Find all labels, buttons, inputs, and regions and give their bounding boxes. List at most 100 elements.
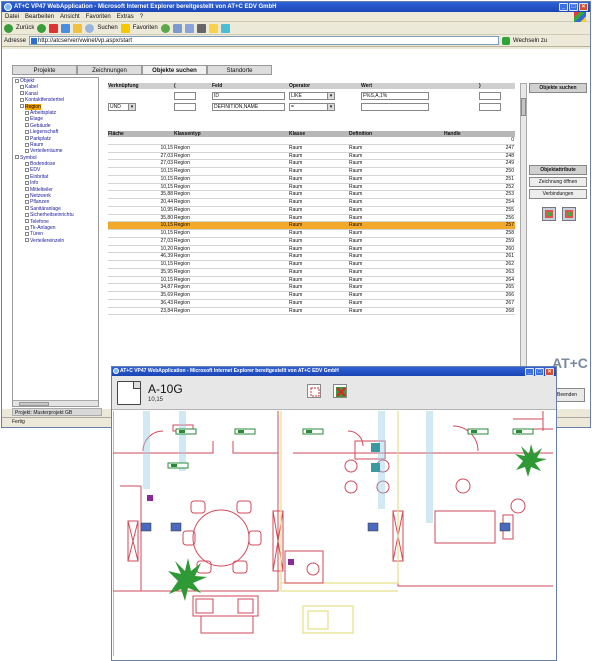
open-paren-input-1[interactable] (174, 91, 196, 100)
table-row[interactable]: 10,15 Region Raum Raum 262 (108, 261, 515, 269)
cell-class: Raum (289, 276, 303, 283)
print-icon[interactable] (196, 23, 206, 33)
table-row[interactable]: 10,15 Region Raum Raum 251 (108, 176, 515, 184)
back-arrow-icon[interactable] (4, 23, 13, 33)
minimize-button[interactable]: _ (559, 3, 568, 11)
chevron-down-icon[interactable]: ▾ (327, 103, 334, 110)
table-row[interactable]: 10,15 Region Raum Raum 258 (108, 230, 515, 238)
table-row[interactable]: 35,88 Region Raum Raum 253 (108, 191, 515, 199)
table-row[interactable]: 10,20 Region Raum Raum 260 (108, 246, 515, 254)
field-input-1[interactable]: ID (212, 91, 285, 100)
table-row[interactable]: 23,84 Region Raum Raum 268 (108, 308, 515, 316)
connections-button[interactable]: Verbindungen (529, 189, 587, 199)
close-paren-input-1[interactable] (479, 91, 501, 100)
history-icon[interactable] (172, 23, 182, 33)
search-objects-button[interactable]: Objekte suchen (529, 83, 587, 93)
value-input-2[interactable] (361, 102, 429, 111)
chevron-down-icon[interactable]: ▾ (128, 103, 135, 110)
tree-scroll-thumb[interactable] (19, 402, 49, 406)
value-input-1[interactable]: F%S,A,1% (361, 91, 429, 100)
cell-area: 10,15 (160, 175, 173, 182)
table-row[interactable]: 27,03 Region Raum Raum 248 (108, 153, 515, 161)
close-drawing-icon[interactable] (333, 384, 347, 398)
cell-class: Raum (289, 268, 303, 275)
back-label[interactable]: Zurück (16, 22, 34, 35)
favorites-label[interactable]: Favoriten (133, 22, 158, 35)
results-scroll-thumb[interactable] (521, 98, 526, 116)
table-row[interactable]: 0 (108, 137, 515, 145)
menu-favorites[interactable]: Favoriten (86, 12, 111, 21)
close-paren-input-2[interactable] (479, 102, 501, 111)
forward-arrow-icon[interactable] (37, 23, 47, 33)
tree-item-label: Gebäude (30, 122, 51, 129)
popup-close-button[interactable]: × (545, 368, 554, 376)
browser-title: AT+C VP47 WebApplication - Microsoft Int… (14, 4, 277, 10)
open-drawing-button[interactable]: Zeichnung öffnen (529, 177, 587, 187)
open-paren-input-2[interactable] (174, 102, 196, 111)
close-button[interactable]: × (579, 3, 588, 11)
search-label[interactable]: Suchen (97, 22, 117, 35)
tab-drawings[interactable]: Zeichnungen (77, 65, 142, 75)
popup-maximize-button[interactable]: □ (535, 368, 544, 376)
select-tool-icon[interactable] (542, 207, 556, 221)
object-attributes-button[interactable]: Objektattribute (529, 165, 587, 175)
menu-edit[interactable]: Bearbeiten (25, 12, 54, 21)
cell-handle: 247 (505, 144, 514, 151)
tree-horizontal-scrollbar[interactable] (13, 400, 98, 406)
table-row[interactable]: 35,95 Region Raum Raum 263 (108, 269, 515, 277)
address-input[interactable]: http://atcserver/vwinet/vp.aspx/start (29, 36, 500, 45)
table-row[interactable]: 36,43 Region Raum Raum 267 (108, 300, 515, 308)
zoom-tool-icon[interactable] (562, 207, 576, 221)
chevron-down-icon[interactable]: ▾ (327, 92, 334, 99)
floor-plan[interactable] (113, 411, 557, 661)
home-icon[interactable] (73, 23, 83, 33)
table-row[interactable]: 34,87 Region Raum Raum 265 (108, 284, 515, 292)
table-row[interactable]: 10,15 Region Raum Raum 247 (108, 145, 515, 153)
tab-search-objects[interactable]: Objekte suchen (142, 65, 207, 75)
menu-file[interactable]: Datei (5, 12, 19, 21)
menu-view[interactable]: Ansicht (60, 12, 80, 21)
results-vertical-scrollbar[interactable] (520, 83, 527, 383)
table-row[interactable]: 20,44 Region Raum Raum 254 (108, 199, 515, 207)
table-row[interactable]: 10,15 Region Raum Raum 264 (108, 277, 515, 285)
zoom-fit-icon[interactable] (307, 384, 321, 398)
go-arrow-icon[interactable] (502, 36, 511, 45)
refresh-icon[interactable] (61, 23, 71, 33)
menu-tools[interactable]: Extras (117, 12, 134, 21)
search-icon[interactable] (85, 23, 95, 33)
cell-handle: 263 (505, 268, 514, 275)
cell-class-type: Region (174, 183, 190, 190)
field-input-2[interactable]: DEFINITION,NAME (212, 102, 285, 111)
link-select-2[interactable]: UND ▾ (108, 102, 136, 111)
table-row[interactable]: 35,80 Region Raum Raum 256 (108, 215, 515, 223)
address-value: http://atcserver/vwinet/vp.aspx/start (38, 38, 133, 44)
maximize-button[interactable]: □ (569, 3, 578, 11)
expand-icon (20, 104, 24, 109)
menu-help[interactable]: ? (140, 12, 143, 21)
operator-select-1[interactable]: LIKE ▾ (289, 91, 335, 100)
media-icon[interactable] (160, 23, 170, 33)
table-row[interactable]: 35,69 Region Raum Raum 266 (108, 292, 515, 300)
tree-item[interactable]: Verteilereinzeln (13, 238, 98, 244)
table-row[interactable]: 46,39 Region Raum Raum 261 (108, 253, 515, 261)
favorites-star-icon[interactable] (120, 23, 130, 33)
table-row[interactable]: 10,95 Region Raum Raum 255 (108, 207, 515, 215)
tree-item-label: Raum (30, 141, 44, 148)
table-row[interactable]: 27,03 Region Raum Raum 259 (108, 238, 515, 246)
go-button[interactable]: Wechseln zu (513, 38, 547, 44)
table-row[interactable]: 27,03 Region Raum Raum 249 (108, 160, 515, 168)
table-row[interactable]: 10,15 Region Raum Raum 252 (108, 184, 515, 192)
operator-select-2[interactable]: = ▾ (289, 102, 335, 111)
tab-locations[interactable]: Standorte (207, 65, 272, 75)
table-row[interactable]: 10,15 Region Raum Raum 250 (108, 168, 515, 176)
table-row[interactable]: 10,15 Region Raum Raum 257 (108, 222, 515, 230)
cell-handle: 264 (505, 276, 514, 283)
cell-area: 10,15 (160, 183, 173, 190)
stop-icon[interactable] (49, 23, 59, 33)
folder-icon[interactable] (208, 23, 218, 33)
popup-minimize-button[interactable]: _ (525, 368, 534, 376)
mail-icon[interactable] (184, 23, 194, 33)
tab-projects[interactable]: Projekte (12, 65, 77, 75)
cell-area: 35,69 (160, 292, 173, 298)
messenger-icon[interactable] (220, 23, 230, 33)
